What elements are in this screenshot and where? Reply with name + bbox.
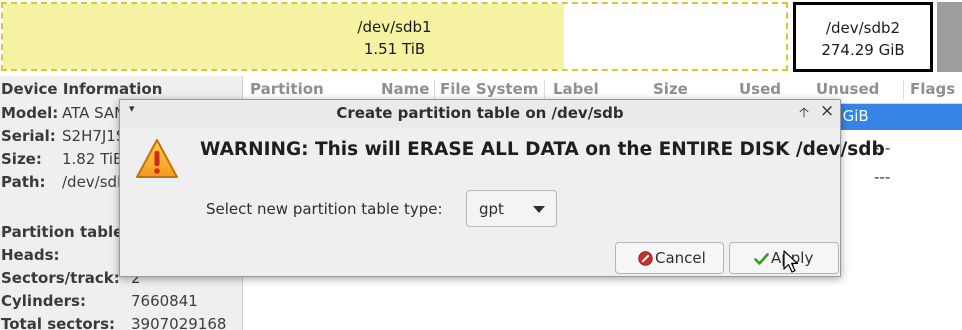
table-type-label: Select new partition table type:	[206, 200, 443, 218]
column-header-used[interactable]: Used	[739, 80, 781, 98]
info-label-partition-table: Partition table:	[1, 223, 130, 241]
column-header-name[interactable]: Name	[381, 80, 429, 98]
info-label-total-sectors: Total sectors:	[1, 315, 115, 330]
create-partition-table-dialog: ▾ Create partition table on /dev/sdb 🡡 ×…	[119, 99, 885, 277]
column-header-size[interactable]: Size	[653, 80, 688, 98]
device-info-title: Device Information	[1, 80, 163, 98]
info-label-serial: Serial:	[1, 127, 56, 145]
partition-name: /dev/sdb1	[357, 18, 432, 36]
column-divider	[903, 80, 904, 100]
warning-message: WARNING: This will ERASE ALL DATA on the…	[200, 139, 885, 160]
partition-graph: /dev/sdb1 1.51 TiB /dev/sdb2 274.29 GiB	[0, 0, 962, 76]
column-header-file-system[interactable]: File System	[440, 80, 538, 98]
table-type-select[interactable]: gpt	[466, 190, 557, 227]
partition-name: /dev/sdb2	[825, 19, 901, 37]
info-label-heads: Heads:	[1, 246, 60, 264]
partition-block-sdb2[interactable]: /dev/sdb2 274.29 GiB	[793, 2, 933, 72]
info-value-total-sectors: 3907029168	[131, 315, 227, 330]
info-value-serial: S2H7J1S	[62, 127, 126, 145]
column-header-label[interactable]: Label	[553, 80, 599, 98]
partition-size: 1.51 TiB	[363, 40, 426, 58]
close-icon[interactable]: ×	[820, 101, 834, 121]
info-label-model: Model:	[1, 104, 59, 122]
info-value-model: ATA SAM	[62, 104, 128, 122]
partition-block-sdb1[interactable]: /dev/sdb1 1.51 TiB	[1, 2, 788, 71]
keep-above-icon[interactable]: 🡡	[799, 102, 809, 126]
unallocated-block[interactable]	[937, 2, 962, 72]
dialog-title: Create partition table on /dev/sdb	[336, 104, 624, 122]
warning-triangle-icon	[136, 139, 178, 178]
partition-size: 274.29 GiB	[821, 41, 905, 59]
table-type-value: gpt	[479, 200, 504, 218]
info-value-size: 1.82 TiB	[62, 150, 124, 168]
cell-unused: ---	[874, 168, 891, 186]
info-value-cylinders: 7660841	[131, 292, 198, 310]
cancel-label: Cancel	[655, 249, 706, 267]
column-divider	[434, 80, 435, 100]
column-header-partition[interactable]: Partition	[250, 80, 324, 98]
dropdown-arrow-icon	[533, 206, 545, 213]
info-label-path: Path:	[1, 173, 46, 191]
info-label-sectors-track: Sectors/track:	[1, 269, 120, 287]
cancel-button[interactable]: Cancel	[615, 242, 724, 274]
mouse-pointer-icon	[783, 250, 799, 273]
checkmark-icon	[754, 253, 769, 265]
dialog-titlebar[interactable]: ▾ Create partition table on /dev/sdb 🡡 ×	[120, 100, 840, 128]
info-label-cylinders: Cylinders:	[1, 292, 86, 310]
info-label-size: Size:	[1, 150, 42, 168]
cancel-circle-icon	[638, 251, 653, 266]
column-header-unused[interactable]: Unused	[816, 80, 879, 98]
column-header-flags[interactable]: Flags	[910, 80, 955, 98]
info-value-path: /dev/sdb	[62, 173, 127, 191]
column-divider	[544, 80, 545, 100]
